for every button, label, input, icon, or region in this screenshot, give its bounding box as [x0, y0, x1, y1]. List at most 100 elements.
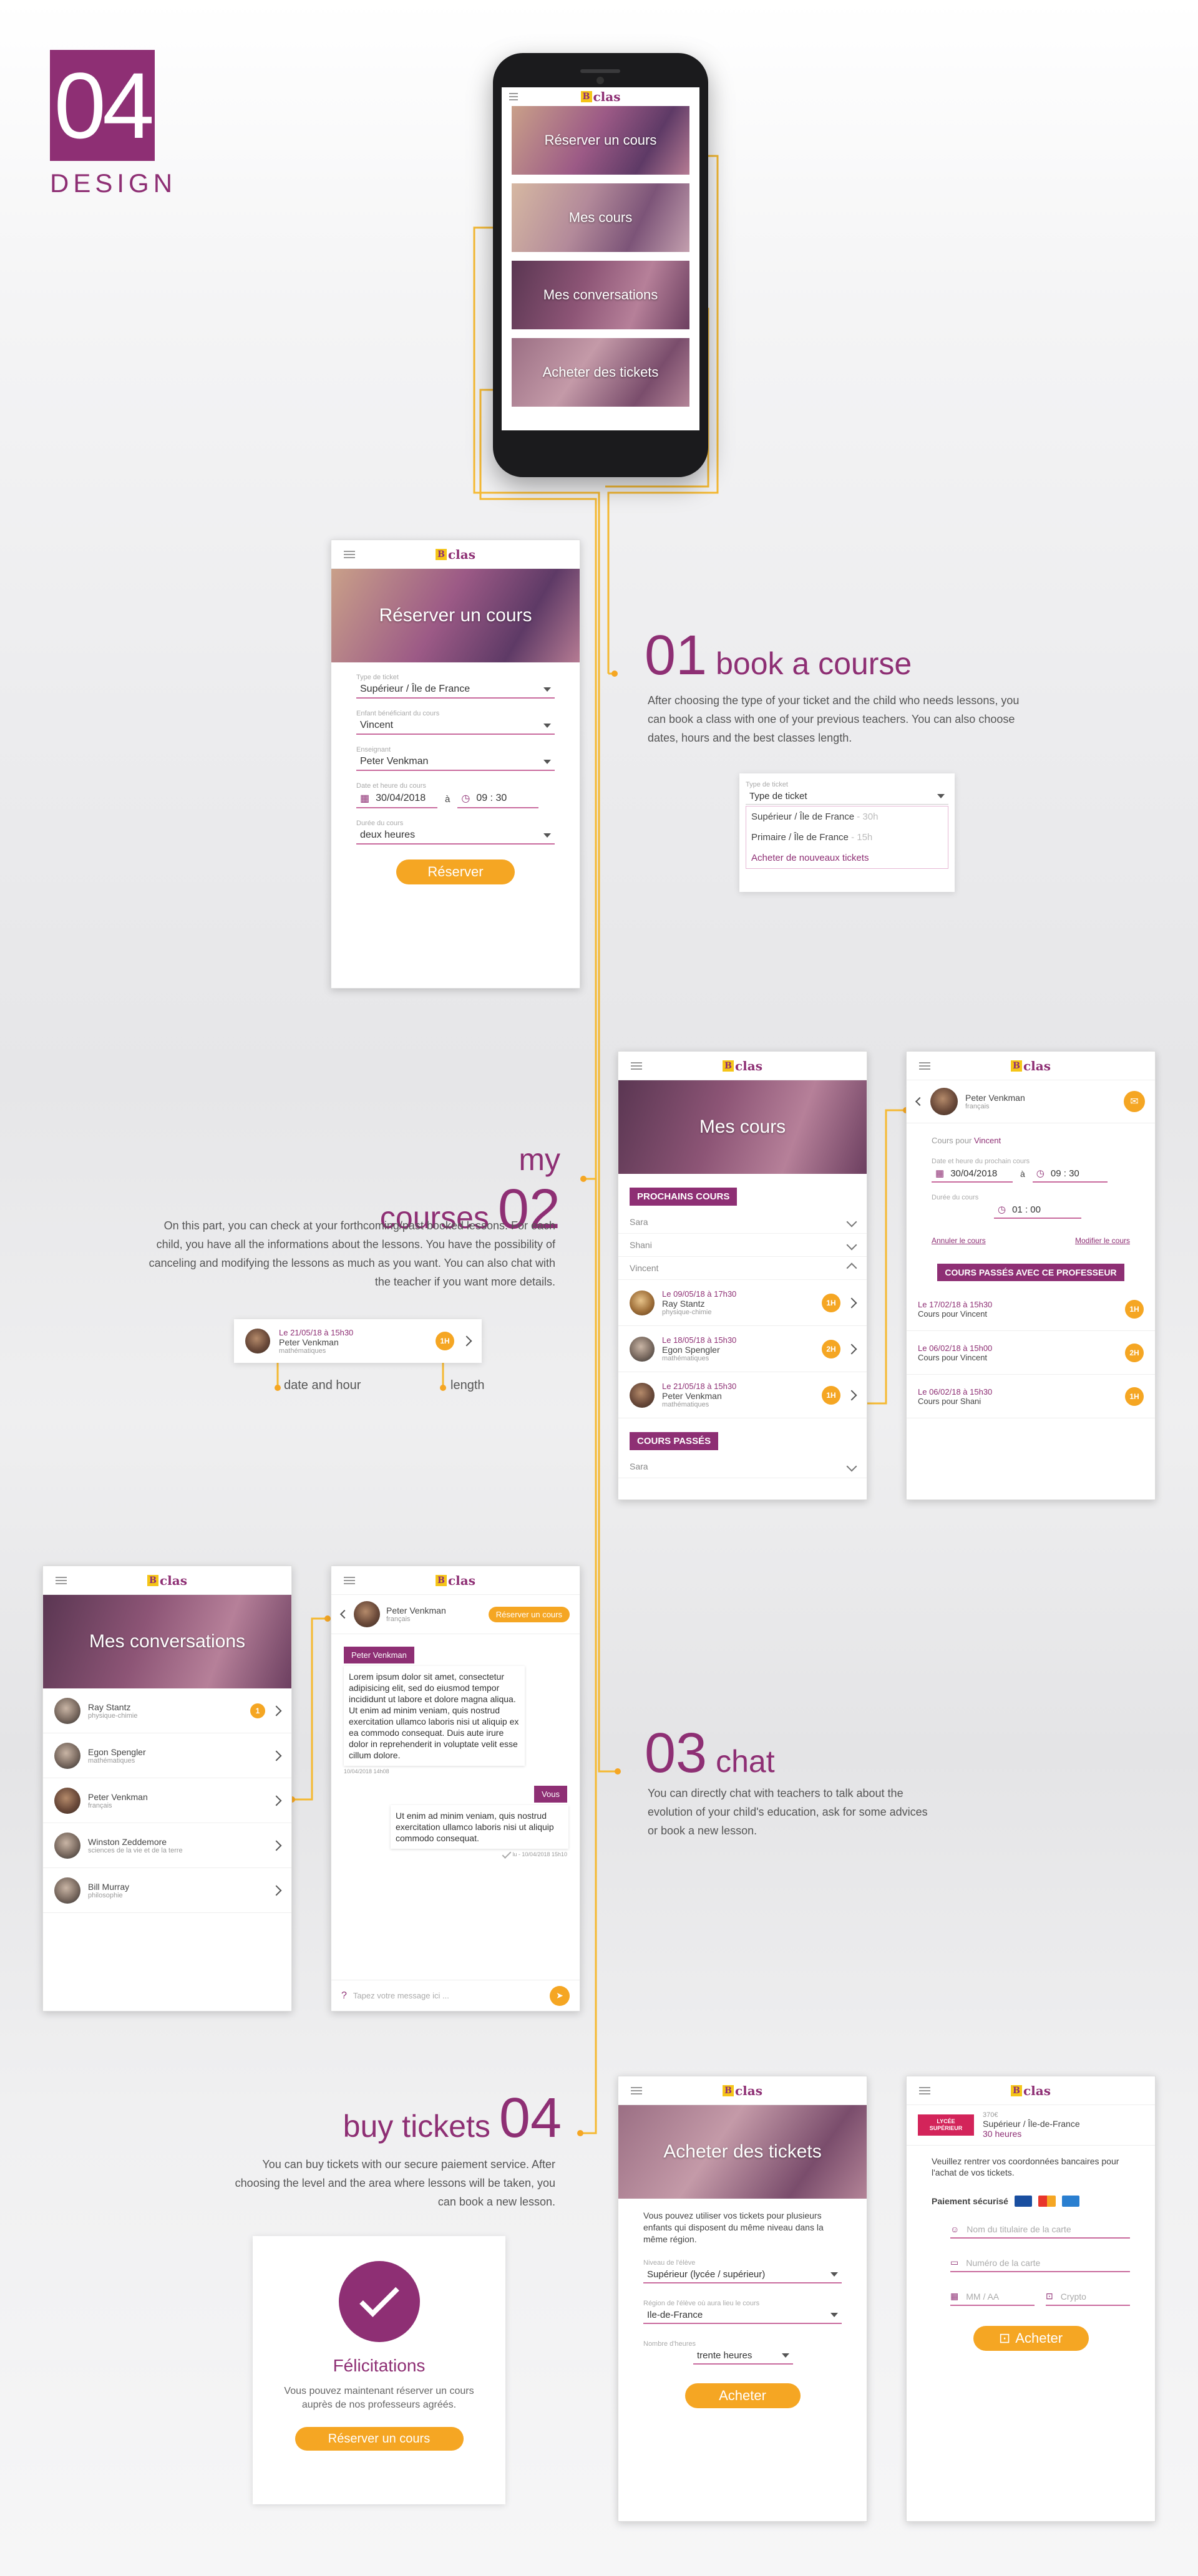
conversation-row[interactable]: Winston Zeddemore sciences de la vie et d… [43, 1823, 291, 1868]
ticket-type-select[interactable]: Type de ticket [746, 788, 948, 805]
app-logo: Bclas [723, 1058, 762, 1073]
child-select[interactable]: Vincent [356, 717, 555, 735]
menu-icon[interactable] [344, 1580, 355, 1581]
ticket-type-select[interactable]: Supérieur / Île de France [356, 681, 555, 699]
menu-icon[interactable] [919, 2090, 930, 2091]
success-title: Félicitations [333, 2356, 426, 2375]
expiry-input[interactable]: ▦ MM / AA [950, 2291, 1035, 2306]
chevron-down-icon [543, 759, 551, 764]
modify-course-link[interactable]: Modifier le cours [1075, 1236, 1130, 1245]
chevron-right-icon [461, 1335, 472, 1347]
menu-icon[interactable] [344, 554, 355, 555]
chevron-right-icon [271, 1840, 282, 1851]
region-select[interactable]: Ile-de-France [643, 2307, 842, 2324]
menu-icon[interactable] [631, 2090, 642, 2091]
child-accordion-sara[interactable]: Sara [618, 1211, 867, 1234]
section-02-text: On this part, you can check at your fort… [149, 1219, 555, 1288]
course-row[interactable]: Le 18/05/18 à 15h30 Egon Spengler mathémat… [618, 1326, 867, 1372]
cvv-input[interactable]: ⊡ Crypto [1046, 2291, 1130, 2306]
conversation-row[interactable]: Ray Stantz physique-chimie 1 [43, 1688, 291, 1733]
back-icon[interactable] [915, 1097, 925, 1106]
card-number-input[interactable]: ▭ Numéro de la carte [950, 2257, 1130, 2272]
menu-icon[interactable] [56, 1580, 67, 1581]
past-with-teacher-pill: COURS PASSÉS AVEC CE PROFESSEUR [937, 1264, 1124, 1281]
buy-tickets-screen: Bclas Acheter des tickets Vous pouvez ut… [618, 2076, 867, 2522]
dropdown-option[interactable]: Supérieur / Île de France - 30h [746, 806, 948, 827]
book-course-button[interactable]: Réserver un cours [295, 2427, 464, 2451]
duration-badge: 1H [436, 1332, 454, 1350]
duration-badge: 1H [822, 1385, 840, 1405]
chevron-up-icon [846, 1262, 857, 1274]
chevron-right-icon [846, 1297, 857, 1308]
upcoming-pill: PROCHAINS COURS [630, 1188, 738, 1206]
app-logo: Bclas [1011, 2083, 1051, 2098]
date-field[interactable]: ▦ 30/04/2018 [932, 1165, 1013, 1183]
conversation-row[interactable]: Bill Murray philosophie [43, 1868, 291, 1913]
menu-icon[interactable] [509, 96, 518, 97]
tile-mes-cours[interactable]: Mes cours [512, 183, 689, 252]
buy-tickets-option[interactable]: Acheter de nouveaux tickets [746, 848, 948, 868]
chevron-right-icon [846, 1344, 857, 1354]
menu-icon[interactable] [631, 1065, 642, 1067]
buy-button[interactable]: Acheter [684, 2383, 801, 2408]
chevron-right-icon [271, 1795, 282, 1806]
duration-badge: 1H [822, 1293, 840, 1312]
hours-select[interactable]: trente heures [693, 2348, 793, 2365]
send-icon[interactable]: ➤ [550, 1985, 570, 2006]
course-row[interactable]: Le 09/05/18 à 17h30 Ray Stantz physique-ch… [618, 1280, 867, 1326]
duration-select[interactable]: deux heures [356, 827, 555, 845]
time-field[interactable]: ◷ 09 : 30 [1032, 1165, 1108, 1183]
avatar [54, 1697, 80, 1724]
section-04-text: You can buy tickets with our secure paie… [235, 2158, 555, 2208]
time-field[interactable]: ◷ 09 : 30 [457, 790, 539, 808]
ticket-tag: LYCÉE SUPÉRIEUR [918, 2114, 974, 2136]
child-accordion-sara[interactable]: Sara [618, 1455, 867, 1478]
duration-badge: 1H [1125, 1387, 1144, 1406]
app-logo: Bclas [436, 1573, 475, 1588]
you-tag: Vous [534, 1786, 567, 1803]
menu-icon[interactable] [919, 1065, 930, 1067]
mastercard-icon [1038, 2196, 1056, 2207]
duration-field[interactable]: ◷ 01 : 00 [994, 1201, 1081, 1219]
conversation-row[interactable]: Egon Spengler mathématiques [43, 1733, 291, 1778]
chevron-right-icon [271, 1750, 282, 1761]
past-pill: COURS PASSÉS [630, 1432, 719, 1450]
dropdown-option[interactable]: Primaire / Île de France - 15h [746, 827, 948, 848]
chat-icon[interactable]: ✉ [1124, 1091, 1145, 1112]
cancel-course-link[interactable]: Annuler le cours [932, 1236, 986, 1245]
date-field[interactable]: ▦ 30/04/2018 [356, 790, 437, 808]
lock-icon: ⊡ [998, 2330, 1011, 2346]
tile-acheter[interactable]: Acheter des tickets [512, 338, 689, 407]
card-holder-input[interactable]: ☺ Nom du titulaire de la carte [950, 2224, 1130, 2239]
message-input[interactable]: Tapez votre message ici ... [353, 1991, 543, 2000]
chevron-down-icon [830, 2313, 838, 2317]
payment-intro: Veuillez rentrer vos coordonnées bancair… [932, 2156, 1119, 2177]
phone-screen: Bclas Réserver un cours Mes cours Mes co… [502, 87, 699, 430]
lock-icon: ⊡ [1046, 2291, 1053, 2301]
clock-icon: ◷ [998, 1204, 1006, 1215]
child-accordion-shani[interactable]: Shani [618, 1234, 867, 1257]
tile-conversations[interactable]: Mes conversations [512, 261, 689, 329]
visa-icon [1014, 2196, 1032, 2207]
conversation-row[interactable]: Peter Venkman français [43, 1778, 291, 1823]
hero-banner: Mes conversations [43, 1595, 291, 1688]
calendar-icon: ▦ [360, 793, 370, 804]
help-icon[interactable]: ? [341, 1990, 347, 2002]
chevron-right-icon [846, 1390, 857, 1400]
book-course-button[interactable]: Réserver un cours [488, 1606, 570, 1622]
course-row[interactable]: Le 21/05/18 à 15h30 Peter Venkman mathémat… [618, 1372, 867, 1418]
tile-reserver[interactable]: Réserver un cours [512, 106, 689, 175]
chevron-down-icon [846, 1216, 857, 1227]
amex-icon [1061, 2196, 1079, 2207]
hero-banner: Réserver un cours [331, 569, 580, 662]
back-icon[interactable] [339, 1609, 349, 1619]
chevron-down-icon [937, 794, 945, 798]
reserve-button[interactable]: Réserver [396, 859, 515, 884]
buy-button[interactable]: ⊡ Acheter [973, 2326, 1089, 2351]
chevron-down-icon [846, 1239, 857, 1251]
teacher-select[interactable]: Peter Venkman [356, 753, 555, 771]
chevron-down-icon [543, 833, 551, 838]
clock-icon: ◷ [461, 793, 470, 804]
child-accordion-vincent[interactable]: Vincent [618, 1257, 867, 1280]
level-select[interactable]: Supérieur (lycée / supérieur) [643, 2267, 842, 2283]
